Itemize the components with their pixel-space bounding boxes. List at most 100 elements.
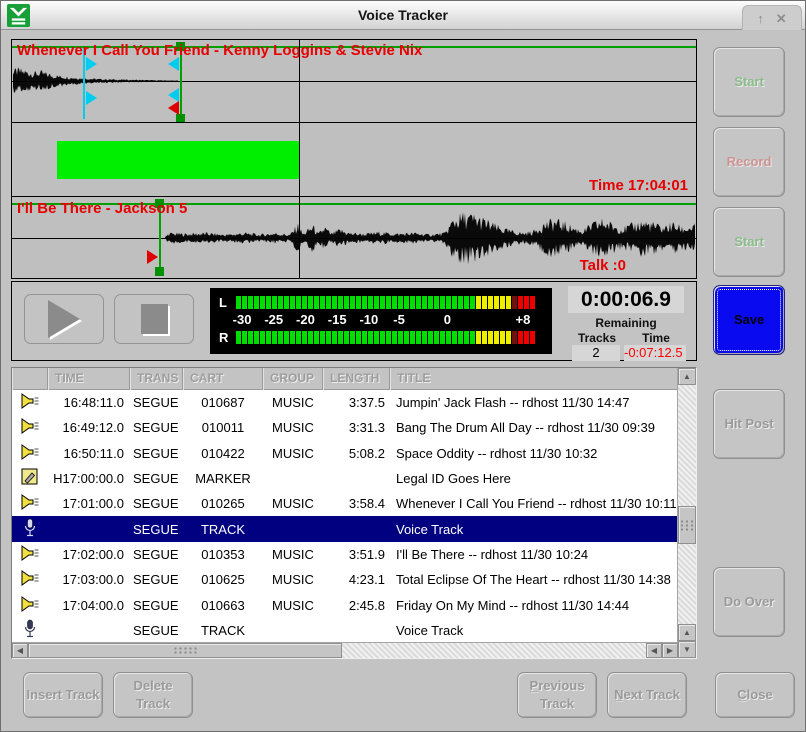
segue-marker-icon[interactable] [147, 250, 158, 264]
play-button[interactable] [24, 294, 104, 344]
cell-cart: 010353 [183, 547, 263, 562]
shade-window-button[interactable]: ↑ [757, 12, 764, 25]
meter-scale-label: 0 [444, 312, 451, 327]
log-table-header: TIME TRANS CART GROUP LENGTH TITLE [12, 368, 678, 390]
horizontal-scroll-thumb[interactable] [28, 643, 342, 658]
speaker-icon [20, 398, 40, 413]
cell-cart: MARKER [183, 471, 263, 486]
titlebar[interactable]: Voice Tracker ↑ ✕ [1, 1, 805, 30]
log-row[interactable]: 17:03:00.0SEGUE010625MUSIC4:23.1Total Ec… [12, 567, 678, 592]
play-icon [48, 300, 80, 338]
meter-segment [404, 331, 409, 344]
start-marker-handle-icon[interactable] [86, 91, 97, 105]
voice-track-pane[interactable]: Time 17:04:01 [12, 124, 696, 197]
log-row[interactable]: SEGUETRACKVoice Track [12, 618, 678, 642]
previous-track-button[interactable]: P̲revious Track [517, 672, 597, 718]
meter-segment [440, 296, 445, 309]
cell-trans: SEGUE [130, 496, 183, 511]
meter-segment [488, 296, 493, 309]
track2-pane[interactable]: I'll Be There - Jackson 5 Talk :0 [12, 198, 696, 278]
microphone-icon [24, 526, 36, 541]
voice-track-region[interactable] [57, 141, 299, 179]
log-row[interactable]: 16:50:11.0SEGUE010422MUSIC5:08.2Space Od… [12, 441, 678, 466]
remaining-label: Remaining [568, 316, 684, 330]
fade-handle-icon[interactable] [155, 267, 164, 276]
next-track-button[interactable]: N̲ext Track [607, 672, 687, 718]
column-header-title[interactable]: TITLE [390, 368, 678, 390]
scroll-right-button[interactable]: ▶ [662, 643, 678, 658]
delete-track-button[interactable]: Delete Track [113, 672, 193, 718]
meter-segment [446, 296, 451, 309]
meter-segment [398, 296, 403, 309]
marker-icon [21, 474, 39, 489]
close-button[interactable]: C̲lose [715, 672, 795, 718]
horizontal-scrollbar[interactable]: ◀ ◀ ▶ [12, 642, 678, 658]
log-row[interactable]: H17:00:00.0SEGUEMARKERLegal ID Goes Here [12, 466, 678, 491]
remaining-time-label: Time [628, 331, 684, 345]
meter-segment [428, 331, 433, 344]
meter-segment [482, 296, 487, 309]
segue-marker-icon[interactable] [168, 101, 179, 115]
meter-segment [254, 331, 259, 344]
meter-segment [488, 331, 493, 344]
scroll-left-button-2[interactable]: ◀ [646, 643, 662, 658]
cell-trans: SEGUE [130, 623, 183, 638]
vertical-scrollbar[interactable]: ▲ ▲ ▼ [677, 368, 696, 658]
column-header-cart[interactable]: CART [183, 368, 263, 390]
speaker-icon [20, 449, 40, 464]
log-row[interactable]: 17:02:00.0SEGUE010353MUSIC3:51.9I'll Be … [12, 542, 678, 567]
meter-segment [344, 296, 349, 309]
scroll-up-button-2[interactable]: ▲ [678, 624, 696, 641]
log-row[interactable]: 17:01:00.0SEGUE010265MUSIC3:58.4Whenever… [12, 491, 678, 516]
close-window-button[interactable]: ✕ [776, 12, 787, 25]
meter-segment [398, 331, 403, 344]
remaining-time-value: -0:07:12.5 [624, 345, 686, 361]
start-marker-handle-icon[interactable] [86, 57, 97, 71]
column-header-time[interactable]: TIME [48, 368, 130, 390]
thumb-grip [173, 646, 197, 655]
log-row[interactable]: 17:04:00.0SEGUE010663MUSIC2:45.8Friday O… [12, 592, 678, 617]
meter-segment [410, 331, 415, 344]
end-marker-handle-icon[interactable] [168, 57, 179, 71]
cell-title: Voice Track [390, 522, 678, 537]
meter-segment [458, 331, 463, 344]
log-row[interactable]: 16:49:12.0SEGUE010011MUSIC3:31.3Bang The… [12, 415, 678, 440]
start-track1-button[interactable]: Start [713, 47, 785, 117]
log-row[interactable]: 16:48:11.0SEGUE010687MUSIC3:37.5Jumpin' … [12, 390, 678, 415]
scroll-up-button[interactable]: ▲ [678, 368, 696, 385]
record-button[interactable]: Record [713, 127, 785, 197]
cell-trans: SEGUE [130, 420, 183, 435]
log-row[interactable]: SEGUETRACKVoice Track [12, 516, 678, 541]
meter-segment [416, 331, 421, 344]
meter-segment [524, 331, 529, 344]
remaining-tracks-value: 2 [572, 345, 620, 361]
column-header-group[interactable]: GROUP [263, 368, 323, 390]
column-header-trans[interactable]: TRANS [130, 368, 183, 390]
cell-cart: TRACK [183, 522, 263, 537]
scroll-down-button[interactable]: ▼ [678, 641, 696, 658]
vertical-scroll-thumb[interactable] [678, 506, 696, 544]
end-marker-handle-icon[interactable] [168, 88, 179, 102]
speaker-icon [20, 575, 40, 590]
meter-segment [524, 296, 529, 309]
fade-handle-icon[interactable] [176, 114, 185, 123]
insert-track-button[interactable]: Insert Track [23, 672, 103, 718]
do-over-button[interactable]: Do Over [713, 567, 785, 637]
meter-segment [374, 296, 379, 309]
meter-segment [260, 296, 265, 309]
elapsed-time-display: 0:00:06.9 [568, 286, 684, 313]
column-header-icon[interactable] [12, 368, 48, 390]
scroll-left-button[interactable]: ◀ [12, 643, 28, 658]
meter-segment [332, 296, 337, 309]
stop-button[interactable] [114, 294, 194, 344]
track1-pane[interactable]: Whenever I Call You Friend - Kenny Loggi… [12, 40, 696, 123]
start-track2-button[interactable]: Start [713, 207, 785, 277]
meter-segment [410, 296, 415, 309]
column-header-length[interactable]: LENGTH [323, 368, 390, 390]
save-button[interactable]: Save [713, 285, 785, 355]
meter-segment [434, 331, 439, 344]
meter-segment [314, 296, 319, 309]
meter-bar-right [236, 331, 538, 344]
meter-segment [320, 331, 325, 344]
hit-post-button[interactable]: Hit Post [713, 389, 785, 459]
